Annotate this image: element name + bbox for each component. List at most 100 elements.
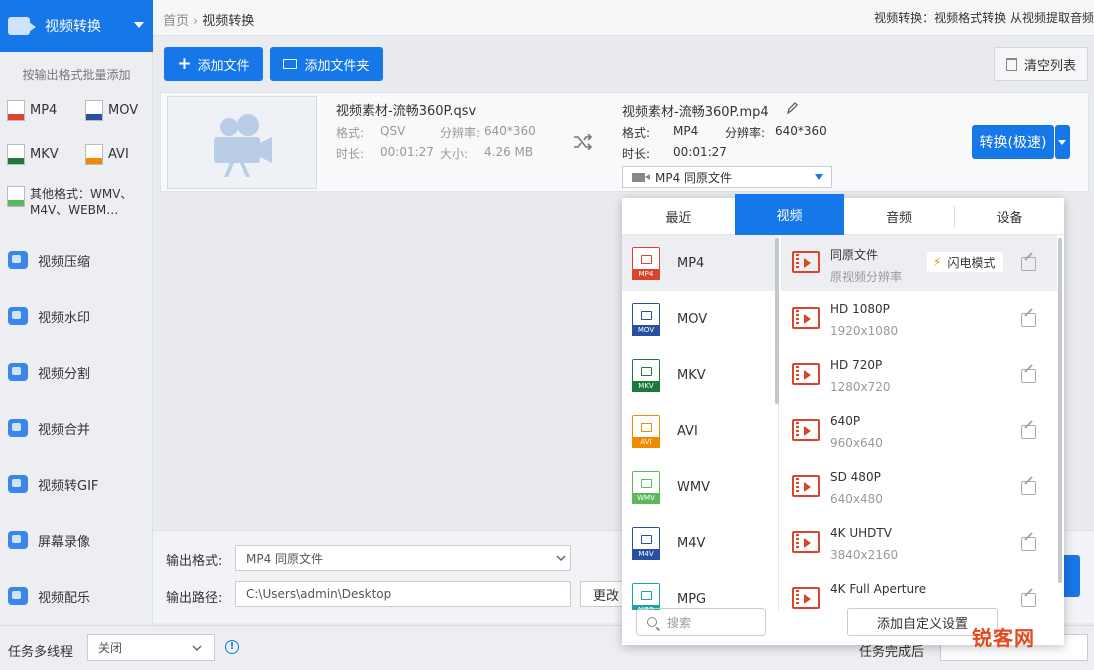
mp4-file-icon: MP4 (632, 246, 660, 280)
tab-recent[interactable]: 最近 (622, 198, 735, 235)
preset-resolution: 960x640 (830, 436, 883, 450)
chevron-down-icon (134, 22, 144, 28)
batch-add-hint: 按输出格式批量添加 (22, 68, 131, 82)
format-item-mov[interactable]: MOV MOV (622, 291, 777, 347)
add-file-button[interactable]: + 添加文件 (164, 47, 263, 81)
clear-list-label: 清空列表 (1023, 58, 1076, 74)
sidebar-item-label: 视频分割 (38, 366, 91, 382)
sidebar-other-formats[interactable]: 其他格式：WMV、M4V、WEBM… (7, 186, 147, 218)
preset-name: 同原文件 (830, 248, 879, 262)
page-description: 视频转换：视频格式转换 从视频提取音频 (874, 11, 1094, 25)
target-resolution-label: 分辨率: (725, 126, 766, 140)
target-format-select[interactable]: MP4 同原文件 (622, 166, 832, 188)
preset-resolution: 原视频分辨率 (830, 270, 903, 284)
video-film-icon (792, 419, 820, 441)
source-format-label: 格式: (336, 126, 365, 140)
target-duration-label: 时长: (622, 147, 651, 161)
sidebar-item-screen-record[interactable]: 屏幕录像 (0, 512, 153, 568)
format-item-label: AVI (677, 423, 698, 439)
info-icon[interactable]: ! (225, 640, 239, 654)
output-path-label: 输出路径: (166, 591, 223, 606)
output-format-select[interactable]: MP4 同原文件 (235, 545, 571, 571)
mp4-file-icon (7, 100, 25, 121)
mkv-file-icon: MKV (632, 358, 660, 392)
format-list-scrollbar[interactable] (775, 238, 779, 404)
edit-icon[interactable] (1021, 425, 1036, 439)
preset-list-scrollbar[interactable] (1058, 238, 1062, 583)
sidebar-format-mkv[interactable]: MKV (7, 144, 59, 165)
tab-video[interactable]: 视频 (735, 194, 844, 235)
search-icon (647, 617, 657, 627)
edit-icon[interactable] (1021, 537, 1036, 551)
chevron-down-icon (192, 645, 202, 652)
preset-item[interactable]: 4K UHDTV 3840x2160 (781, 515, 1057, 571)
preset-resolution: 640x480 (830, 492, 883, 506)
sidebar-item-label: 视频配乐 (38, 590, 91, 606)
chevron-down-icon (556, 555, 566, 562)
preset-name: HD 720P (830, 358, 883, 372)
preset-item[interactable]: 640P 960x640 (781, 403, 1057, 459)
sidebar-format-label: MP4 (30, 103, 58, 118)
breadcrumb-home[interactable]: 首页 (163, 14, 189, 29)
edit-icon[interactable] (1021, 313, 1036, 327)
edit-icon[interactable] (1021, 481, 1036, 495)
output-path-input[interactable]: C:\Users\admin\Desktop (235, 581, 571, 607)
mpg-file-icon: MPG (632, 582, 660, 610)
format-item-mpg[interactable]: MPG MPG (622, 571, 777, 610)
format-item-mp4[interactable]: MP4 MP4 (622, 235, 777, 291)
convert-button[interactable]: 转换(极速) (972, 125, 1054, 159)
multithread-select[interactable]: 关闭 (87, 634, 215, 661)
video-camera-icon (214, 114, 272, 177)
sidebar-item-music[interactable]: 视频配乐 (0, 568, 153, 624)
preset-item[interactable]: SD 480P 640x480 (781, 459, 1057, 515)
sidebar-item-watermark[interactable]: 视频水印 (0, 288, 153, 344)
preset-name: HD 1080P (830, 302, 890, 316)
sidebar-item-compress[interactable]: 视频压缩 (0, 232, 153, 288)
convert-all-button[interactable] (1064, 555, 1080, 597)
source-file-name: 视频素材-流畅360P.qsv (336, 104, 477, 119)
watermark-logo: 锐客网 (972, 626, 1035, 650)
sidebar-format-avi[interactable]: AVI (85, 144, 129, 165)
format-item-wmv[interactable]: WMV WMV (622, 459, 777, 515)
target-file-name: 视频素材-流畅360P.mp4 (622, 105, 769, 120)
target-format-label: 格式: (622, 126, 651, 140)
format-search-input[interactable]: 搜索 (636, 608, 766, 636)
convert-options-dropdown[interactable] (1055, 125, 1070, 159)
format-item-label: M4V (677, 535, 706, 551)
sidebar-item-split[interactable]: 视频分割 (0, 344, 153, 400)
format-item-m4v[interactable]: M4V M4V (622, 515, 777, 571)
video-convert-icon (8, 17, 36, 35)
sidebar-format-mp4[interactable]: MP4 (7, 100, 57, 121)
sidebar-format-label: AVI (108, 147, 129, 162)
trash-icon (1005, 57, 1017, 71)
edit-icon[interactable] (1021, 369, 1036, 383)
preset-item[interactable]: 同原文件 原视频分辨率 ⚡ 闪电模式 (781, 235, 1057, 291)
format-tabs: 最近 视频 音频 设备 (622, 194, 1064, 235)
tab-audio[interactable]: 音频 (844, 198, 954, 235)
source-resolution-label: 分辨率: (440, 126, 481, 140)
plus-icon: + (177, 54, 192, 74)
video-camera-small-icon (632, 172, 650, 182)
video-thumbnail[interactable] (167, 96, 317, 189)
flash-mode-badge[interactable]: ⚡ 闪电模式 (927, 252, 1003, 272)
rename-pencil-icon[interactable] (786, 101, 798, 115)
sidebar-header-label: 视频转换 (45, 19, 101, 35)
folder-icon (283, 59, 298, 69)
format-item-avi[interactable]: AVI AVI (622, 403, 777, 459)
format-item-mkv[interactable]: MKV MKV (622, 347, 777, 403)
edit-icon[interactable] (1021, 257, 1036, 271)
sidebar-item-merge[interactable]: 视频合并 (0, 400, 153, 456)
add-folder-button[interactable]: 添加文件夹 (270, 47, 383, 81)
format-item-label: WMV (677, 479, 710, 495)
sidebar-header-video-convert[interactable]: 视频转换 (0, 0, 153, 52)
preset-item[interactable]: 4K Full Aperture (781, 571, 1057, 610)
format-item-label: MPG (677, 591, 707, 607)
tab-device[interactable]: 设备 (955, 198, 1064, 235)
edit-icon[interactable] (1021, 593, 1036, 607)
preset-item[interactable]: HD 1080P 1920x1080 (781, 291, 1057, 347)
preset-item[interactable]: HD 720P 1280x720 (781, 347, 1057, 403)
multithread-value: 关闭 (98, 641, 123, 655)
clear-list-button[interactable]: 清空列表 (994, 47, 1088, 81)
sidebar-format-mov[interactable]: MOV (85, 100, 138, 121)
sidebar-item-gif[interactable]: 视频转GIF (0, 456, 153, 512)
